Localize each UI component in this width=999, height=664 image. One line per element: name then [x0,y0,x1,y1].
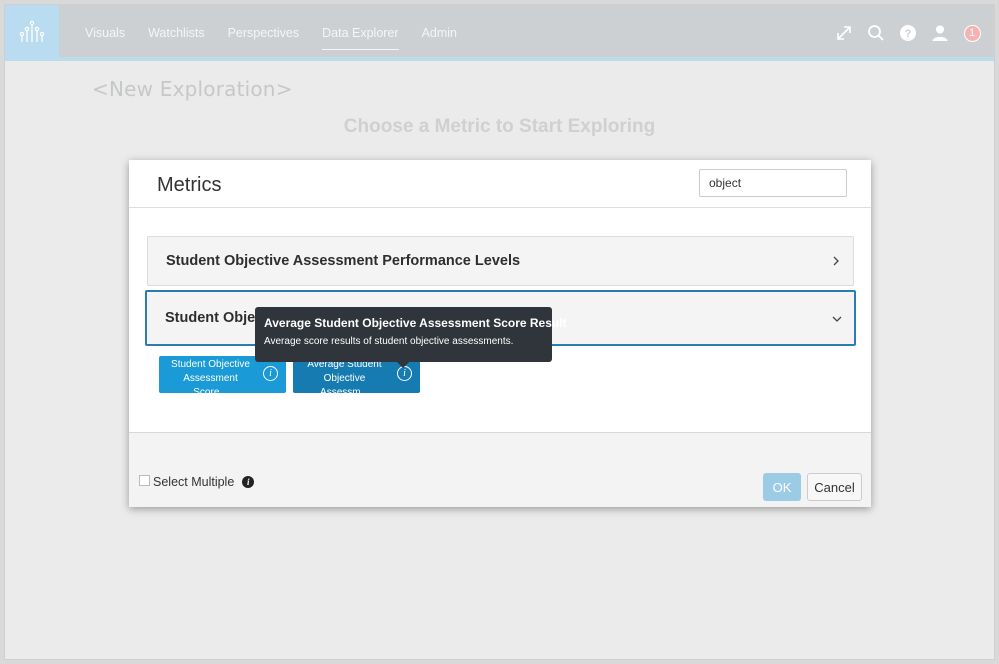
page-subtitle: Choose a Metric to Start Exploring [343,116,656,137]
metric-tooltip: Average Student Objective Assessment Sco… [255,307,567,368]
select-multiple: Select Multiple i [139,474,255,489]
app-window: Visuals Watchlists Perspectives Data Exp… [4,4,995,660]
page-title[interactable]: <New Exploration> [92,77,293,101]
chevron-down-icon [832,316,842,322]
svg-text:?: ? [905,28,912,40]
metric-group-label: Student Objective Assessment Performance… [166,253,521,269]
modal-footer: Select Multiple i OK Cancel [129,433,871,507]
select-multiple-checkbox[interactable] [139,474,150,486]
modal-header: Metrics [129,160,871,208]
nav-watchlists[interactable]: Watchlists [148,20,205,46]
nav-admin[interactable]: Admin [422,20,457,46]
nav-perspectives[interactable]: Perspectives [228,20,300,46]
metric-group-performance-levels[interactable]: Student Objective Assessment Performance… [147,236,854,286]
cancel-button[interactable]: Cancel [807,473,862,501]
top-navbar: Visuals Watchlists Perspectives Data Exp… [5,5,994,61]
metric-option-label: Student Objective Assessment Score... [171,359,250,398]
modal-title: Metrics [157,174,222,196]
notification-badge: 1 [963,24,981,42]
top-icons: ? 1 [822,5,982,61]
main-nav: Visuals Watchlists Perspectives Data Exp… [85,5,480,61]
nav-data-explorer[interactable]: Data Explorer [322,20,400,50]
help-icon[interactable]: ? [898,23,918,43]
ok-button[interactable]: OK [763,473,801,501]
user-icon[interactable] [930,23,950,43]
notifications-icon[interactable]: 1 [962,23,982,43]
info-icon[interactable]: i [263,366,278,381]
info-icon[interactable]: i [242,476,255,488]
select-multiple-label: Select Multiple [153,475,235,489]
tooltip-title: Average Student Objective Assessment Sco… [264,316,567,330]
search-icon[interactable] [866,23,886,43]
metric-option-label: Average Student Objective Assessm... [307,359,382,398]
expand-icon[interactable] [834,23,854,43]
tooltip-description: Average score results of student objecti… [264,336,514,347]
nav-visuals[interactable]: Visuals [85,20,125,46]
chevron-right-icon [833,256,839,266]
metric-group-label: Student Obje [165,310,256,326]
metric-search-input[interactable] [699,169,847,197]
app-logo-icon[interactable] [5,5,59,61]
info-icon[interactable]: i [397,366,412,381]
